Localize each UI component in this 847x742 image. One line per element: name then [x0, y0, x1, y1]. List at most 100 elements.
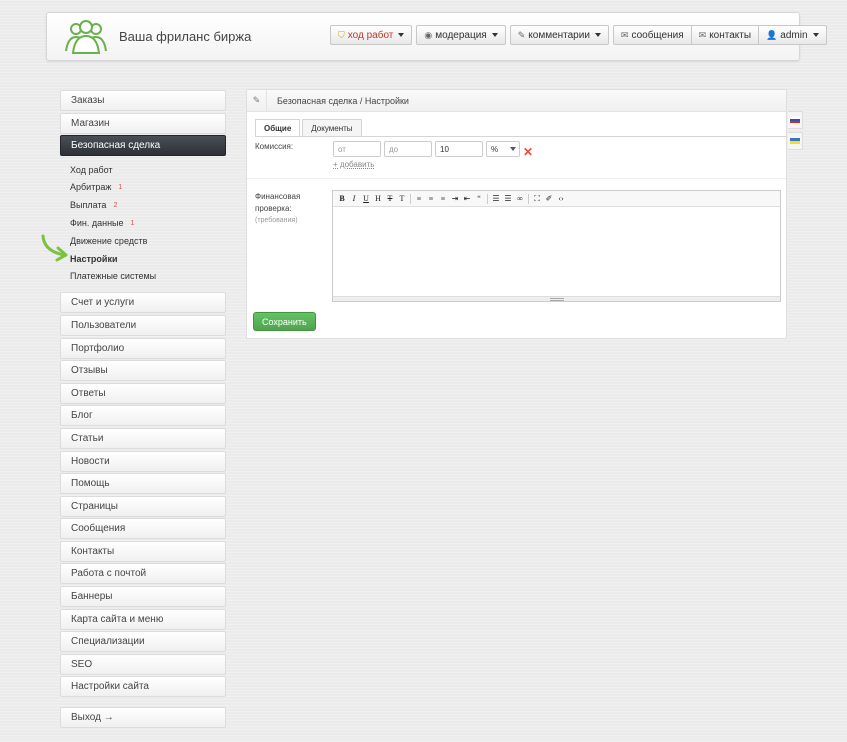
chevron-down-icon: [594, 33, 601, 37]
nav-messages-button[interactable]: ✉ сообщения: [612, 25, 691, 45]
numbered-list-icon[interactable]: ☰: [502, 193, 514, 205]
sidebar-item[interactable]: Портфолио: [60, 337, 226, 359]
subitem-payment-systems[interactable]: Платежные системы: [70, 268, 226, 286]
nav-progress-button[interactable]: ⛉ ход работ: [330, 25, 413, 45]
green-arrow-icon: [41, 234, 68, 262]
subitem-money-flow[interactable]: Движение средств: [70, 232, 226, 250]
align-right-icon[interactable]: ≡: [437, 193, 449, 205]
subitem-settings[interactable]: Настройки: [70, 250, 226, 268]
delete-icon[interactable]: ✕: [523, 145, 533, 159]
quote-icon[interactable]: “: [473, 193, 485, 205]
edit-icon: ✎: [247, 90, 267, 111]
sidebar-submenu: Ход работ Арбитраж 1 Выплата 2 Фин. данные…: [60, 158, 226, 290]
fin-check-hint: (требования): [255, 217, 298, 224]
subitem-label: Движение средств: [70, 235, 148, 246]
sidebar-item[interactable]: Сообщения: [60, 518, 226, 540]
nav-admin-button[interactable]: 👤 admin: [758, 25, 827, 45]
settings-panel: ✎ Безопасная сделка / Настройки Общие До…: [246, 89, 787, 339]
bold-icon[interactable]: B: [336, 193, 348, 205]
sidebar-item[interactable]: Страницы: [60, 495, 226, 517]
sidebar-item[interactable]: Настройки сайта: [60, 676, 226, 698]
sidebar-item[interactable]: Помощь: [60, 473, 226, 495]
subitem-progress[interactable]: Ход работ: [70, 161, 226, 179]
underline-icon[interactable]: U: [360, 193, 372, 205]
commission-value-input[interactable]: 10: [435, 141, 483, 157]
chevron-down-icon: [491, 33, 498, 37]
count-badge: 1: [130, 219, 135, 227]
subitem-fin-data[interactable]: Фин. данные 1: [70, 214, 226, 232]
sidebar-item[interactable]: Контакты: [60, 540, 226, 562]
sidebar-items-list: Счет и услуги Пользователи Портфолио Отзывы…: [60, 292, 226, 698]
sidebar-item[interactable]: Ответы: [60, 382, 226, 404]
link-icon[interactable]: ∞: [514, 193, 526, 205]
indent-icon[interactable]: ⇥: [449, 193, 461, 205]
subitem-payout[interactable]: Выплата 2: [70, 196, 226, 214]
sidebar-item[interactable]: Баннеры: [60, 586, 226, 608]
subitem-label: Настройки: [70, 253, 118, 264]
sidebar-item-orders[interactable]: Заказы: [60, 90, 226, 111]
source-code-icon[interactable]: ‹›: [555, 193, 567, 205]
outdent-icon[interactable]: ⇤: [461, 193, 473, 205]
sidebar-item-shop[interactable]: Магазин: [60, 112, 226, 134]
site-title[interactable]: Ваша фриланс биржа: [119, 29, 251, 44]
toolbar-separator: [487, 193, 488, 204]
sidebar-item[interactable]: Статьи: [60, 427, 226, 449]
tab-documents[interactable]: Документы: [302, 119, 362, 136]
sidebar-item[interactable]: Пользователи: [60, 314, 226, 336]
tab-divider: [255, 136, 786, 137]
subitem-label: Фин. данные: [70, 218, 124, 229]
nav-comments-button[interactable]: ✎ комментарии: [509, 25, 609, 45]
rich-text-editor[interactable]: B I U H T T ≡ ≡ ≡ ⇥ ⇤ “ ☰ ☰ ∞ ⛶ ✐ ‹›: [332, 190, 781, 302]
commission-unit-select[interactable]: %: [486, 141, 520, 157]
eraser-icon[interactable]: ✐: [543, 193, 555, 205]
heading-icon[interactable]: H: [372, 193, 384, 205]
fin-check-label-line1: Финансовая: [255, 192, 301, 201]
sidebar-item[interactable]: Карта сайта и меню: [60, 608, 226, 630]
panel-header: ✎ Безопасная сделка / Настройки: [247, 90, 786, 112]
subitem-arbitration[interactable]: Арбитраж 1: [70, 179, 226, 197]
tab-general[interactable]: Общие: [255, 119, 301, 137]
fullscreen-icon[interactable]: ⛶: [531, 193, 543, 205]
italic-icon[interactable]: I: [348, 193, 360, 205]
align-center-icon[interactable]: ≡: [425, 193, 437, 205]
nav-progress-label: ход работ: [347, 29, 394, 41]
chevron-down-icon: [398, 33, 405, 37]
logo-people-icon[interactable]: [63, 19, 109, 55]
editor-resize-handle[interactable]: [333, 296, 780, 301]
lang-ua-button[interactable]: [788, 132, 803, 150]
sidebar-item[interactable]: SEO: [60, 653, 226, 675]
tabs: Общие Документы: [255, 119, 364, 137]
user-icon: 👤: [766, 29, 778, 40]
bullet-list-icon[interactable]: ☰: [490, 193, 502, 205]
sidebar: Заказы Магазин Безопасная сделка Ход раб…: [60, 90, 226, 730]
sidebar-item[interactable]: Блог: [60, 405, 226, 427]
nav-moderation-label: модерация: [435, 29, 487, 41]
fin-check-label-line2: проверка:: [255, 204, 292, 213]
save-button[interactable]: Сохранить: [253, 312, 316, 331]
divider: [247, 178, 786, 179]
logout-button[interactable]: Выход →: [60, 707, 226, 729]
strikethrough-icon[interactable]: T: [384, 193, 396, 205]
eye-icon: ◉: [424, 29, 433, 40]
add-commission-link[interactable]: + добавить: [333, 160, 374, 169]
nav-admin-label: admin: [780, 29, 808, 41]
nav-contacts-button[interactable]: ✉ контакты: [690, 25, 759, 45]
sidebar-item[interactable]: Работа с почтой: [60, 563, 226, 585]
sidebar-item-safe-deal[interactable]: Безопасная сделка: [60, 135, 226, 157]
commission-to-input[interactable]: до: [384, 141, 432, 157]
commission-label: Комиссия:: [255, 142, 294, 151]
envelope-icon: ✉: [620, 29, 629, 40]
sidebar-item[interactable]: Отзывы: [60, 360, 226, 382]
clear-format-icon[interactable]: T: [396, 193, 408, 205]
top-nav: ⛉ ход работ ◉ модерация ✎ комментарии ✉ …: [330, 25, 827, 45]
breadcrumb: Безопасная сделка / Настройки: [277, 95, 409, 106]
align-left-icon[interactable]: ≡: [413, 193, 425, 205]
sidebar-item[interactable]: Счет и услуги: [60, 292, 226, 314]
sidebar-item[interactable]: Новости: [60, 450, 226, 472]
flag-ua-icon: [790, 138, 800, 144]
commission-from-input[interactable]: от: [333, 141, 381, 157]
chevron-down-icon: [812, 33, 819, 37]
lang-ru-button[interactable]: [788, 111, 803, 129]
nav-moderation-button[interactable]: ◉ модерация: [416, 25, 506, 45]
sidebar-item[interactable]: Специализации: [60, 631, 226, 653]
